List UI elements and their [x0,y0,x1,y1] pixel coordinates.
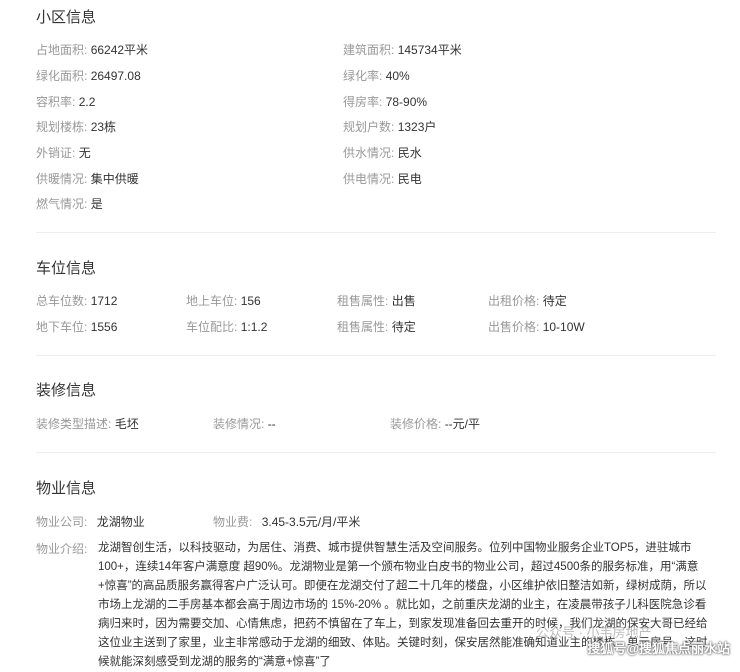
community-item: 建筑面积: 145734平米 [343,43,462,57]
community-item: 规划楼栋: 23栋 [36,120,117,134]
watermark: 搜狐号@搜狐焦点丽水站 [587,641,730,656]
community-section-title: 小区信息 [36,9,97,26]
parking-item: 出租价格: 待定 [488,294,567,308]
decoration-item: 装修类型描述: 毛坯 [36,417,139,431]
decoration-section-title: 装修信息 [36,382,97,399]
property-section-title: 物业信息 [36,480,97,497]
property-fee: 物业费: 3.45-3.5元/月/平米 [213,515,361,529]
community-item: 得房率: 78-90% [343,95,428,109]
property-company: 物业公司: 龙湖物业 [36,515,145,529]
community-item: 占地面积: 66242平米 [36,43,149,57]
community-item: 外销证: 无 [36,146,91,160]
community-item: 绿化面积: 26497.08 [36,69,141,83]
property-desc-label: 物业介绍: [36,542,88,556]
section-divider [36,355,716,356]
community-item: 燃气情况: 是 [36,197,103,211]
decoration-item: 装修价格: --元/平 [390,417,481,431]
community-item: 供水情况: 民水 [343,146,422,160]
community-item: 绿化率: 40% [343,69,410,83]
parking-item: 租售属性: 出售 [337,294,416,308]
community-item: 规划户数: 1323户 [343,120,437,134]
community-item: 供电情况: 民电 [343,172,422,186]
parking-item: 车位配比: 1:1.2 [186,320,268,334]
parking-section-title: 车位信息 [36,260,97,277]
parking-item: 地下车位: 1556 [36,320,118,334]
community-item: 容积率: 2.2 [36,95,96,109]
community-item: 供暖情况: 集中供暖 [36,172,139,186]
section-divider [36,232,716,233]
decoration-item: 装修情况: -- [213,417,276,431]
parking-item: 租售属性: 待定 [337,320,416,334]
parking-item: 总车位数: 1712 [36,294,118,308]
section-divider [36,452,716,453]
parking-item: 地上车位: 156 [186,294,261,308]
parking-item: 出售价格: 10-10W [488,320,585,334]
